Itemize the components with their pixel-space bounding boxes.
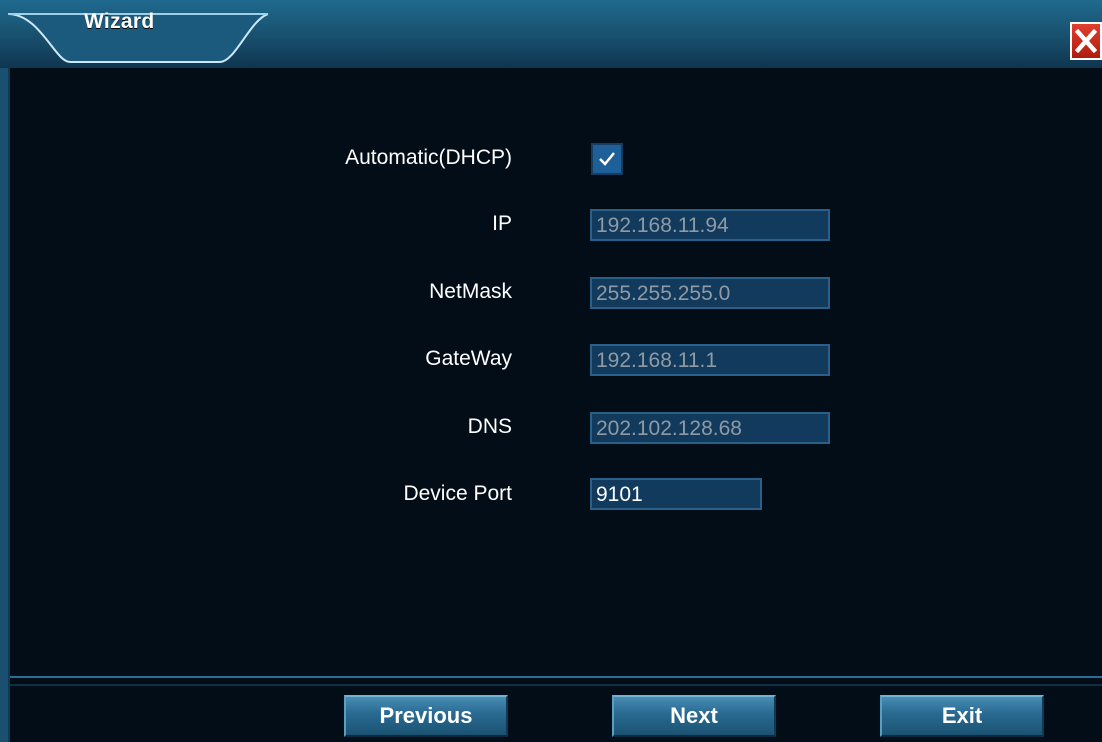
- device-port-label: Device Port: [403, 482, 512, 505]
- dns-label: DNS: [467, 415, 512, 438]
- footer-divider: [10, 676, 1102, 678]
- next-button[interactable]: Next: [612, 695, 776, 737]
- dhcp-label: Automatic(DHCP): [345, 146, 512, 169]
- netmask-field[interactable]: 255.255.255.0: [590, 277, 830, 309]
- ip-field[interactable]: 192.168.11.94: [590, 209, 830, 241]
- title-bar: Wizard: [0, 0, 1102, 68]
- exit-button[interactable]: Exit: [880, 695, 1044, 737]
- dhcp-checkbox[interactable]: [591, 143, 623, 175]
- window-title: Wizard: [84, 10, 155, 33]
- device-port-field[interactable]: 9101: [590, 478, 762, 510]
- previous-button[interactable]: Previous: [344, 695, 508, 737]
- ip-label: IP: [492, 212, 512, 235]
- wizard-content: [8, 68, 1102, 742]
- netmask-label: NetMask: [429, 280, 512, 303]
- wizard-window: Wizard Automatic(DHCP) IP 192.168.11.94 …: [0, 0, 1102, 742]
- footer-divider-shadow: [10, 684, 1102, 686]
- gateway-field[interactable]: 192.168.11.1: [590, 344, 830, 376]
- close-icon: [1075, 29, 1097, 53]
- close-button[interactable]: [1070, 22, 1102, 60]
- gateway-label: GateWay: [425, 347, 512, 370]
- checkmark-icon: [599, 152, 615, 166]
- dns-field[interactable]: 202.102.128.68: [590, 412, 830, 444]
